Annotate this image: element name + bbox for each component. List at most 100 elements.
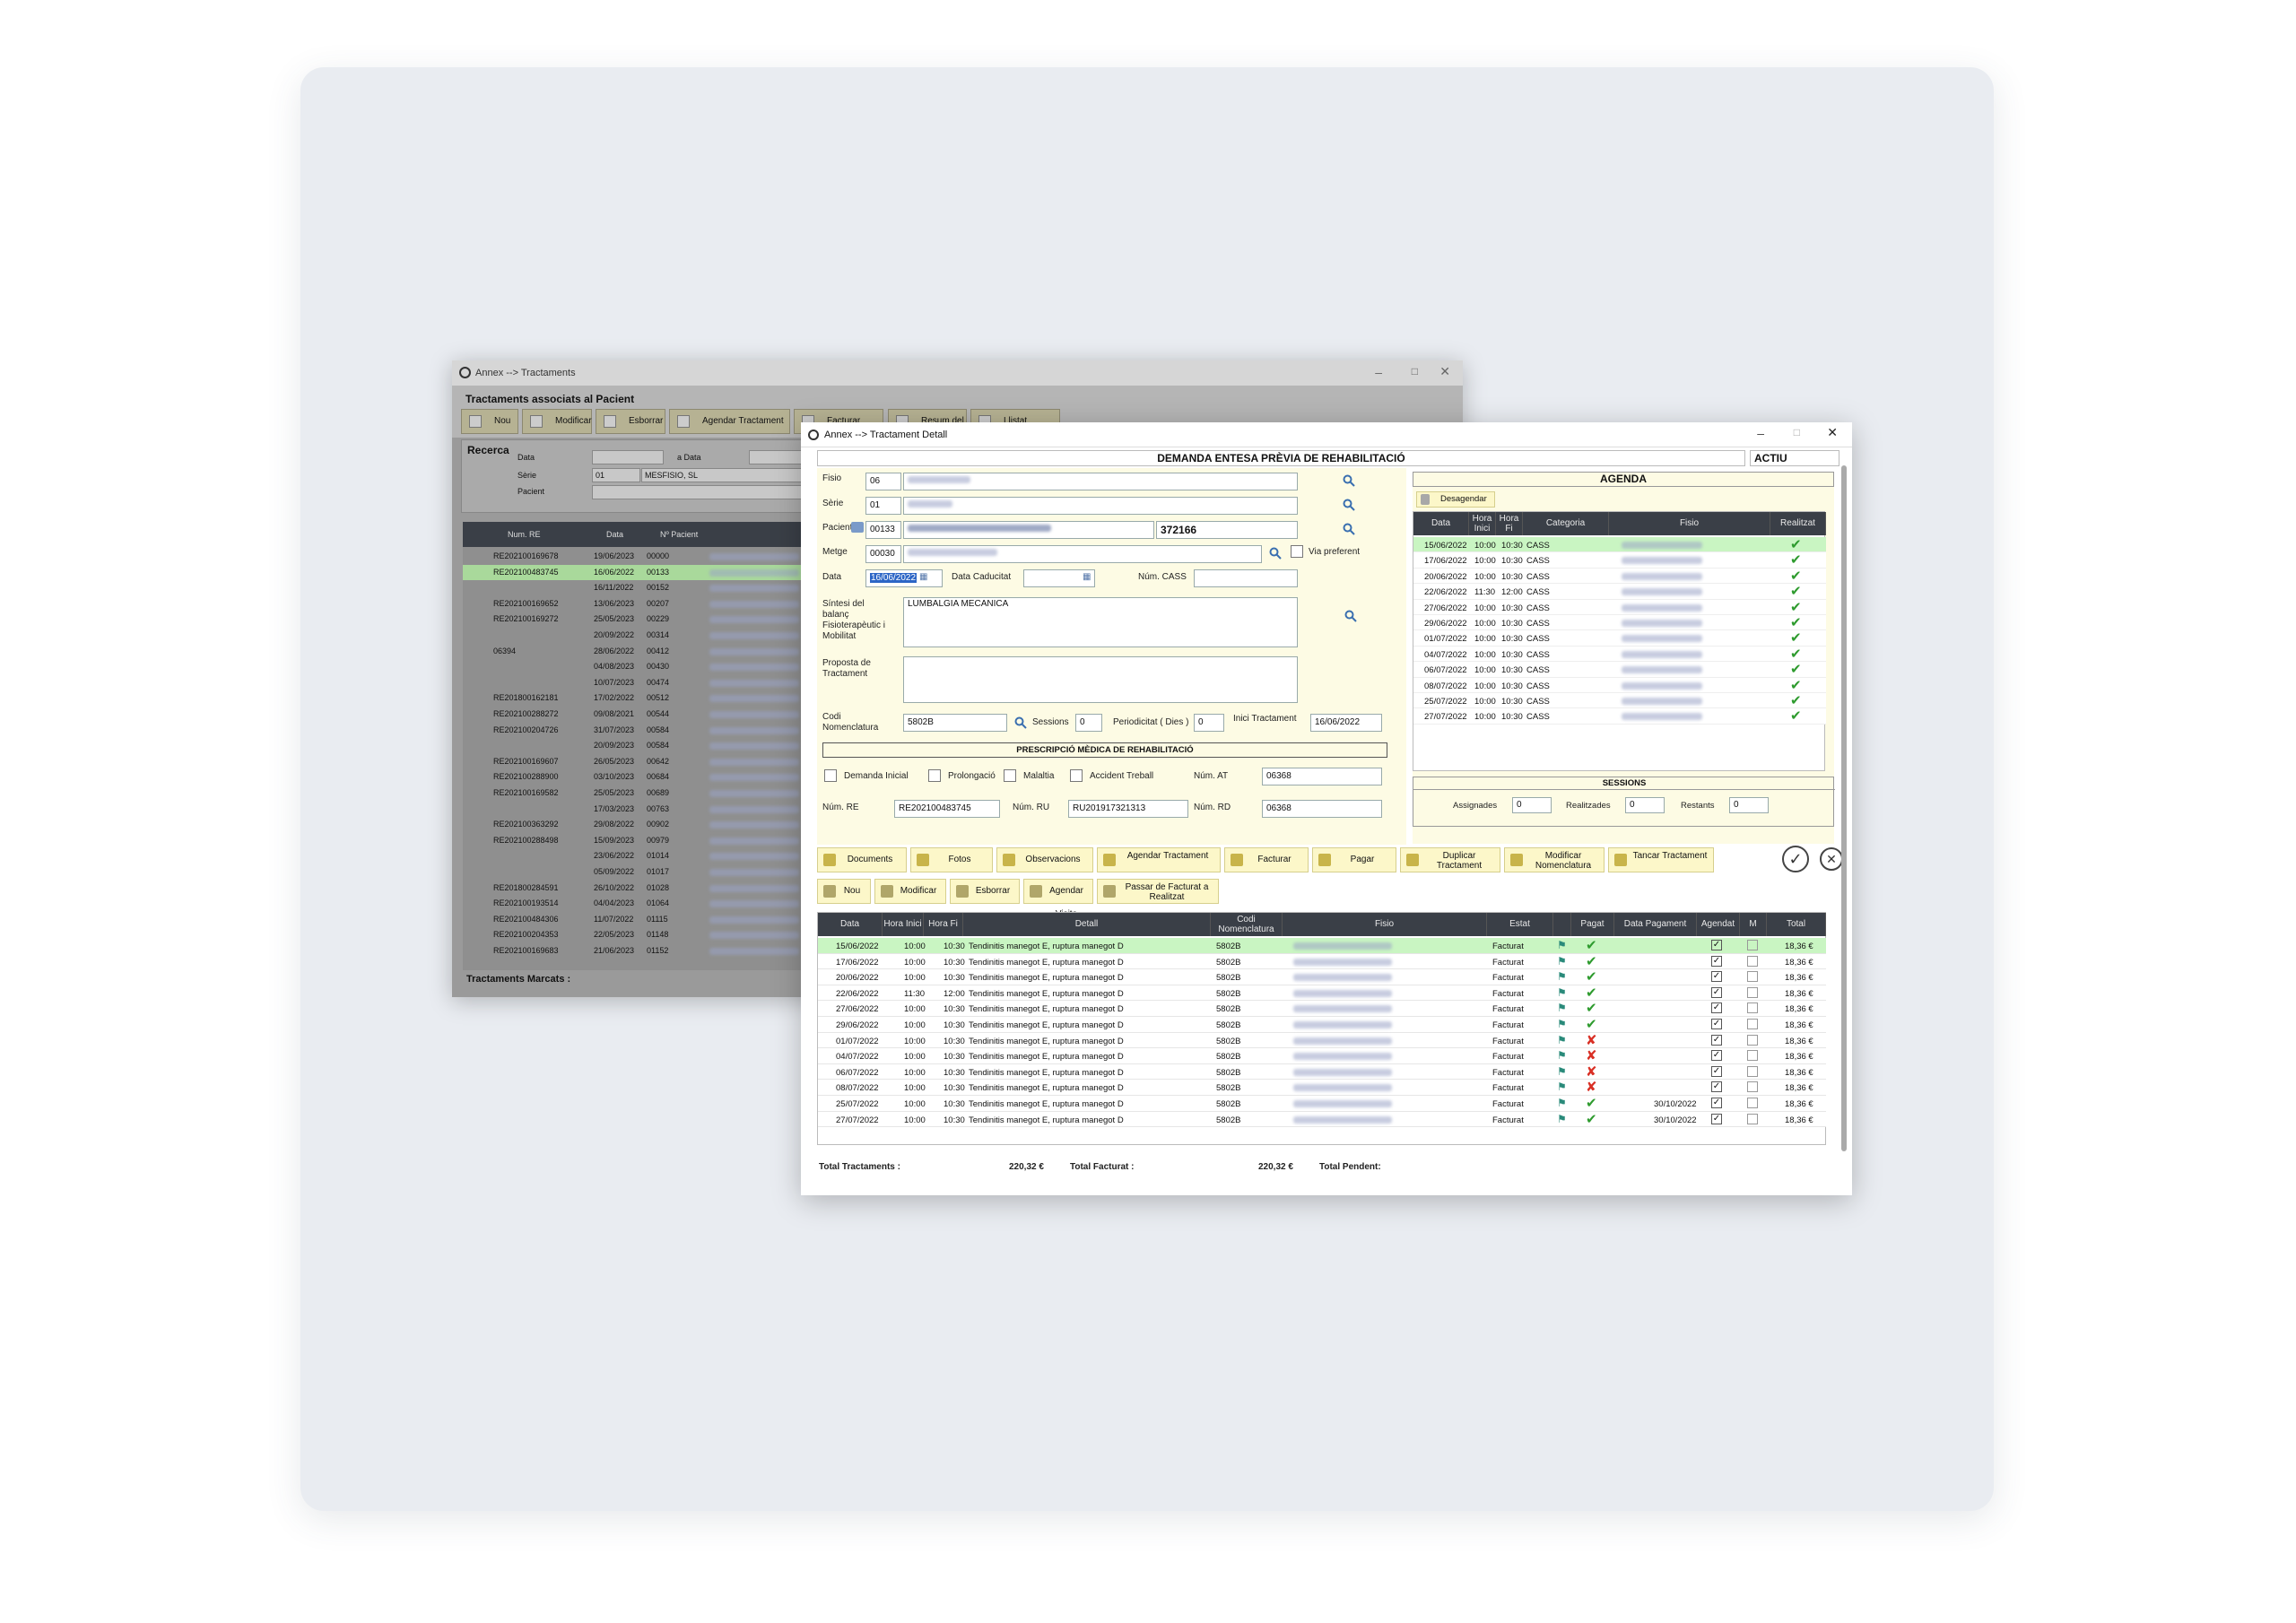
search-icon[interactable] bbox=[1344, 610, 1357, 622]
table-row[interactable]: RE202100483745 16/06/2022 00133 bbox=[463, 564, 822, 581]
malaltia-checkbox[interactable] bbox=[1004, 769, 1016, 782]
agenda-row[interactable]: 25/07/2022 10:00 10:30 CASS ✔ bbox=[1413, 693, 1826, 709]
metge-code-input[interactable]: 00030 bbox=[865, 545, 901, 563]
toolbar2-button-3[interactable]: Agendar Visita bbox=[1023, 879, 1093, 919]
toolbar1-button-0[interactable]: Documents bbox=[817, 847, 907, 872]
calendar-icon[interactable]: ▦ bbox=[1083, 572, 1091, 582]
pacient-name-input[interactable] bbox=[903, 521, 1154, 539]
via-preferent-checkbox[interactable] bbox=[1291, 545, 1303, 558]
agenda-row[interactable]: 08/07/2022 10:00 10:30 CASS ✔ bbox=[1413, 677, 1826, 693]
m-checkbox[interactable] bbox=[1747, 1098, 1758, 1108]
toolbar1-button-8[interactable]: Tancar Tractament bbox=[1608, 847, 1714, 872]
grid-row[interactable]: 15/06/2022 10:00 10:30 Tendinitis manegot E… bbox=[818, 938, 1826, 954]
toolbar2-button-4[interactable]: Passar de Facturat a Realitzat bbox=[1097, 879, 1219, 904]
toolbar-button-2[interactable]: Esborrar bbox=[596, 409, 665, 434]
grid-row[interactable]: 04/07/2022 10:00 10:30 Tendinitis manegot E… bbox=[818, 1048, 1826, 1064]
realitzades-input[interactable]: 0 bbox=[1625, 797, 1665, 813]
grid-col-8[interactable]: Pagat bbox=[1571, 913, 1614, 936]
calendar-icon[interactable]: ▦ bbox=[919, 572, 927, 582]
grid-row[interactable]: 08/07/2022 10:00 10:30 Tendinitis manegot E… bbox=[818, 1080, 1826, 1096]
grid-col-3[interactable]: Detall bbox=[963, 913, 1211, 936]
num-rd-input[interactable]: 06368 bbox=[1262, 800, 1382, 818]
sintesi-textarea[interactable]: LUMBALGIA MECANICA bbox=[903, 597, 1298, 647]
grid-col-2[interactable]: Hora Fi bbox=[924, 913, 963, 936]
grid-row[interactable]: 17/06/2022 10:00 10:30 Tendinitis manegot E… bbox=[818, 953, 1826, 970]
agendat-checkbox[interactable]: ✓ bbox=[1711, 1065, 1722, 1077]
agendat-checkbox[interactable]: ✓ bbox=[1711, 971, 1722, 983]
metge-name-input[interactable] bbox=[903, 545, 1262, 563]
prolongacio-checkbox[interactable] bbox=[928, 769, 941, 782]
table-row[interactable]: RE202100288900 03/10/2023 00684 bbox=[463, 769, 822, 785]
m-checkbox[interactable] bbox=[1747, 1034, 1758, 1046]
m-checkbox[interactable] bbox=[1747, 1081, 1758, 1093]
grid-col-0[interactable]: Data bbox=[818, 913, 883, 936]
table-row[interactable]: 17/03/2023 00763 bbox=[463, 802, 822, 818]
agenda-row[interactable]: 15/06/2022 10:00 10:30 CASS ✔ bbox=[1413, 537, 1826, 553]
toolbar2-button-0[interactable]: Nou bbox=[817, 879, 871, 904]
num-re-input[interactable]: RE202100483745 bbox=[894, 800, 1000, 818]
agenda-row[interactable]: 01/07/2022 10:00 10:30 CASS ✔ bbox=[1413, 630, 1826, 647]
m-checkbox[interactable] bbox=[1747, 955, 1758, 967]
accident-treball-checkbox[interactable] bbox=[1070, 769, 1083, 782]
serie-name-input[interactable] bbox=[903, 497, 1298, 515]
sessions-input[interactable]: 0 bbox=[1075, 714, 1102, 732]
table-row[interactable]: 20/09/2023 00584 bbox=[463, 738, 822, 754]
inici-tractament-input[interactable]: 16/06/2022 bbox=[1310, 714, 1382, 732]
toolbar1-button-1[interactable]: Fotos bbox=[910, 847, 993, 872]
assignades-input[interactable]: 0 bbox=[1512, 797, 1552, 813]
minimize-icon[interactable]: – bbox=[1757, 426, 1764, 440]
restants-input[interactable]: 0 bbox=[1729, 797, 1769, 813]
grid-row[interactable]: 27/06/2022 10:00 10:30 Tendinitis manegot E… bbox=[818, 1001, 1826, 1017]
serie-name-input[interactable]: MESFISIO, SL bbox=[641, 468, 803, 482]
table-row[interactable]: RE202100204726 31/07/2023 00584 bbox=[463, 723, 822, 739]
toolbar1-button-3[interactable]: Agendar Tractament bbox=[1097, 847, 1221, 872]
data-input[interactable]: 16/06/2022 bbox=[865, 569, 943, 587]
grid-col-6[interactable]: Estat bbox=[1487, 913, 1553, 936]
agendat-checkbox[interactable]: ✓ bbox=[1711, 1019, 1722, 1029]
table-row[interactable]: 10/07/2023 00474 bbox=[463, 675, 822, 691]
toolbar-button-0[interactable]: Nou bbox=[461, 409, 518, 434]
toolbar-button-3[interactable]: Agendar Tractament bbox=[669, 409, 790, 434]
maximize-icon[interactable]: □ bbox=[1412, 365, 1418, 378]
pacient-input[interactable] bbox=[592, 485, 807, 499]
table-row[interactable]: RE202100288272 09/08/2021 00544 bbox=[463, 707, 822, 723]
toolbar1-button-6[interactable]: Duplicar Tractament bbox=[1400, 847, 1500, 872]
serie-code-input[interactable]: 01 bbox=[865, 497, 901, 515]
agendat-checkbox[interactable]: ✓ bbox=[1711, 940, 1722, 950]
grid-col-12[interactable]: Total bbox=[1767, 913, 1826, 936]
grid-row[interactable]: 20/06/2022 10:00 10:30 Tendinitis manegot E… bbox=[818, 969, 1826, 985]
search-icon[interactable] bbox=[1269, 547, 1282, 560]
title-bar[interactable]: Annex --> Tractament Detall – □ ✕ bbox=[801, 422, 1852, 447]
table-row[interactable]: 20/09/2022 00314 bbox=[463, 628, 822, 644]
agendat-checkbox[interactable]: ✓ bbox=[1711, 955, 1722, 967]
agendat-checkbox[interactable]: ✓ bbox=[1711, 1002, 1722, 1014]
search-icon[interactable] bbox=[1343, 474, 1355, 487]
pacient-code-input[interactable]: 00133 bbox=[865, 521, 901, 539]
close-icon[interactable]: ✕ bbox=[1827, 425, 1838, 440]
data-input[interactable] bbox=[592, 450, 664, 464]
table-row[interactable]: RE202100484306 11/07/2022 01115 bbox=[463, 912, 822, 928]
agenda-row[interactable]: 20/06/2022 10:00 10:30 CASS ✔ bbox=[1413, 568, 1826, 585]
agenda-col-1[interactable]: Hora Inici bbox=[1469, 512, 1496, 535]
grid-col-4[interactable]: Codi Nomenclatura bbox=[1211, 913, 1283, 936]
grid-col-9[interactable]: Data Pagament bbox=[1614, 913, 1697, 936]
toolbar1-button-4[interactable]: Facturar bbox=[1224, 847, 1309, 872]
desagendar-button[interactable]: Desagendar bbox=[1416, 491, 1495, 508]
toolbar1-button-7[interactable]: Modificar Nomenclatura bbox=[1504, 847, 1605, 872]
agenda-row[interactable]: 27/06/2022 10:00 10:30 CASS ✔ bbox=[1413, 599, 1826, 615]
grid-col-1[interactable]: Hora Inici bbox=[883, 913, 924, 936]
maximize-icon[interactable]: □ bbox=[1794, 426, 1800, 438]
toolbar2-button-2[interactable]: Esborrar bbox=[950, 879, 1020, 904]
periodicitat-input[interactable]: 0 bbox=[1194, 714, 1224, 732]
table-row[interactable]: RE201800162181 17/02/2022 00512 bbox=[463, 690, 822, 707]
table-row[interactable]: RE202100204353 22/05/2023 01148 bbox=[463, 927, 822, 943]
agenda-col-0[interactable]: Data bbox=[1413, 512, 1469, 535]
search-icon[interactable] bbox=[1343, 499, 1355, 511]
table-row[interactable]: RE202100169272 25/05/2023 00229 bbox=[463, 612, 822, 628]
agenda-row[interactable]: 06/07/2022 10:00 10:30 CASS ✔ bbox=[1413, 662, 1826, 678]
scrollbar[interactable] bbox=[1841, 465, 1847, 1151]
col-num-pacient[interactable]: Nº Pacient bbox=[660, 530, 698, 539]
agendat-checkbox[interactable]: ✓ bbox=[1711, 1113, 1722, 1124]
m-checkbox[interactable] bbox=[1747, 971, 1758, 983]
agendat-checkbox[interactable]: ✓ bbox=[1711, 1050, 1722, 1062]
